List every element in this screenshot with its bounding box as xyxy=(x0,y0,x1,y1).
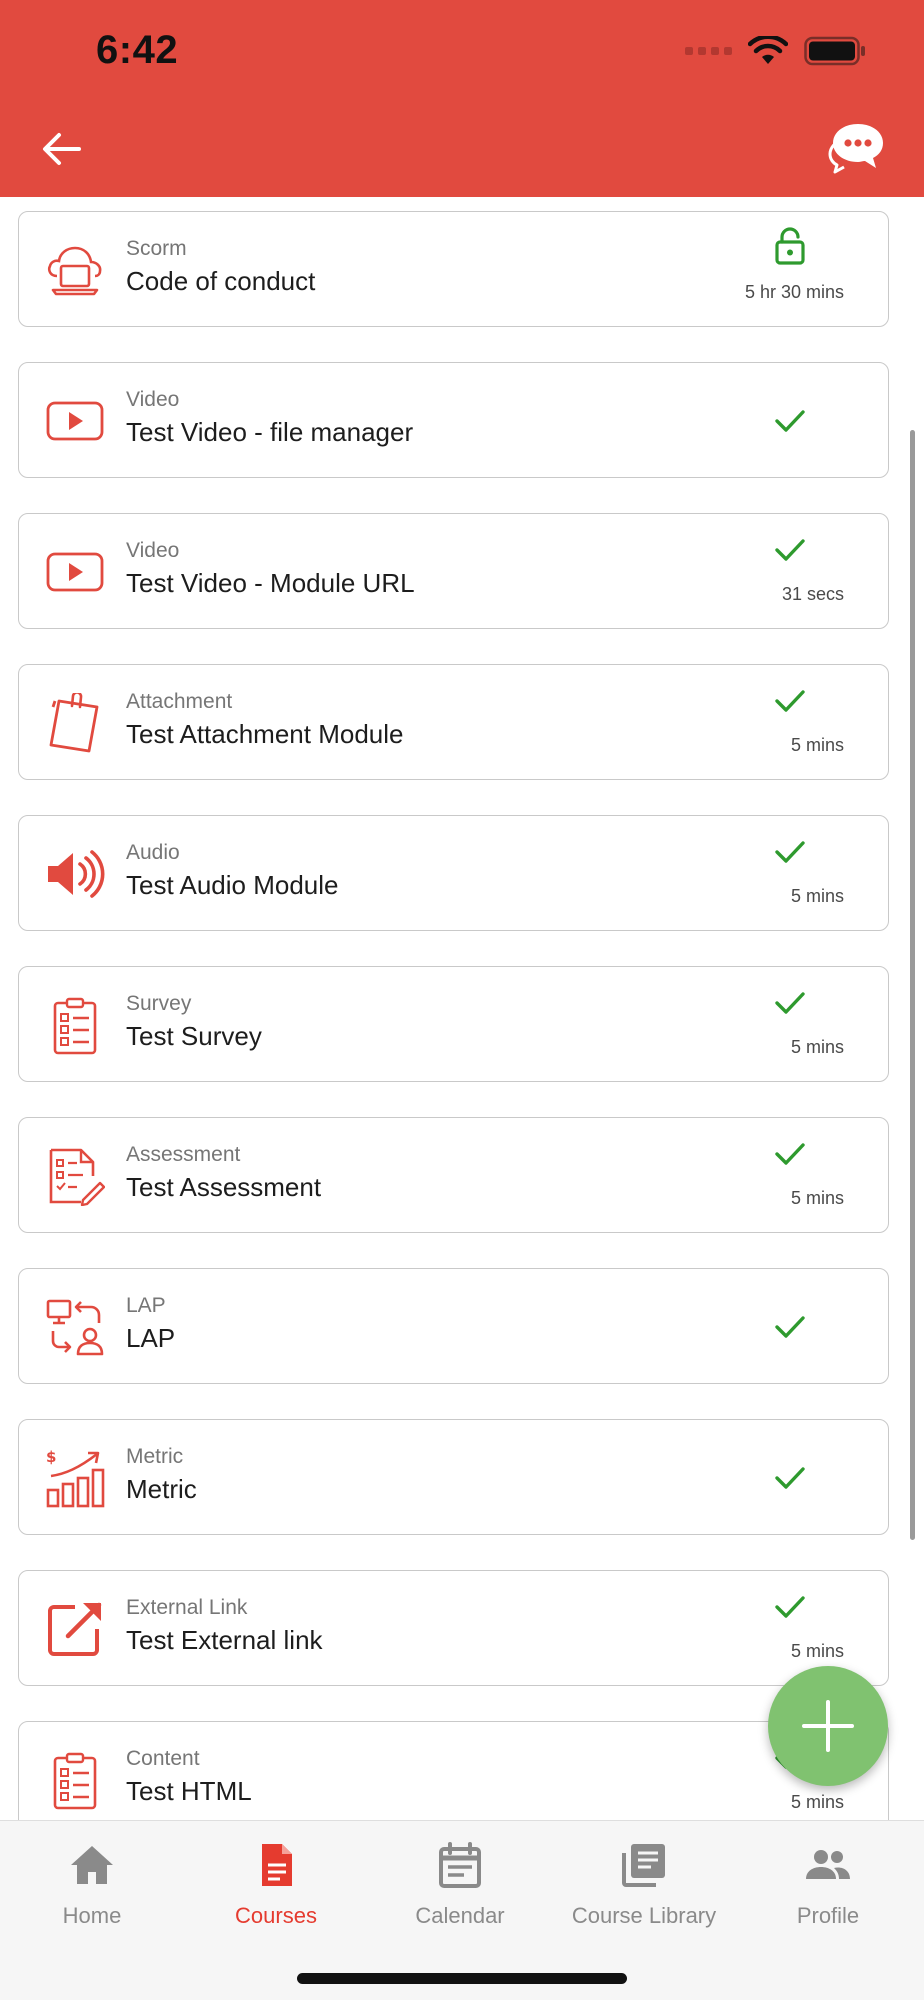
video-play-icon xyxy=(46,552,104,592)
module-title: Metric xyxy=(126,1474,197,1504)
check-icon xyxy=(775,1316,805,1338)
nav-label: Courses xyxy=(235,1903,317,1928)
module-title: Test HTML xyxy=(126,1776,252,1806)
module-title: Test Attachment Module xyxy=(126,719,404,749)
cloud-laptop-icon xyxy=(47,246,102,296)
module-type: Assessment xyxy=(126,1143,241,1166)
home-indicator xyxy=(297,1973,627,1984)
growth-chart-icon: $ xyxy=(46,1448,105,1508)
nav-label: Home xyxy=(62,1903,122,1928)
check-icon xyxy=(775,992,805,1014)
module-card-metric[interactable]: $ Metric Metric xyxy=(18,1419,889,1535)
module-type: Attachment xyxy=(126,690,233,713)
nav-item-course-library[interactable]: Course Library xyxy=(552,1841,736,1951)
status-icons xyxy=(685,36,866,66)
unlocked-icon xyxy=(775,227,805,265)
module-type: LAP xyxy=(126,1294,166,1317)
plus-icon xyxy=(802,1700,854,1752)
module-title: Test Video - file manager xyxy=(126,417,414,447)
module-title: LAP xyxy=(126,1323,176,1353)
module-card-attachment[interactable]: Attachment Test Attachment Module 5 mins xyxy=(18,664,889,780)
module-type: External Link xyxy=(126,1596,248,1619)
checklist-icon xyxy=(53,1752,97,1810)
check-icon xyxy=(775,841,805,863)
module-type: Metric xyxy=(126,1445,184,1468)
module-duration: 5 mins xyxy=(790,886,844,906)
module-title: Test Assessment xyxy=(126,1172,322,1202)
checklist-icon xyxy=(53,997,97,1055)
chat-bubbles-icon[interactable] xyxy=(828,120,886,174)
module-card-video-module-url[interactable]: Video Test Video - Module URL 31 secs xyxy=(18,513,889,629)
check-icon xyxy=(775,1467,805,1489)
module-card-assessment[interactable]: Assessment Test Assessment 5 mins xyxy=(18,1117,889,1233)
add-button[interactable] xyxy=(768,1666,888,1786)
nav-item-home[interactable]: Home xyxy=(0,1841,184,1951)
cellular-signal-icon xyxy=(685,47,732,55)
module-duration: 5 mins xyxy=(790,1188,844,1208)
library-icon xyxy=(622,1844,665,1887)
people-icon xyxy=(806,1850,850,1879)
module-type: Scorm xyxy=(126,237,187,260)
nav-item-calendar[interactable]: Calendar xyxy=(368,1841,552,1951)
nav-label: Calendar xyxy=(415,1903,505,1928)
wifi-icon xyxy=(748,36,788,64)
check-icon xyxy=(775,410,805,432)
module-card-lap[interactable]: LAP LAP xyxy=(18,1268,889,1384)
app-header: 6:42 xyxy=(0,0,924,197)
check-icon xyxy=(775,1143,805,1165)
module-title: Code of conduct xyxy=(126,266,316,296)
video-play-icon xyxy=(46,401,104,441)
module-card-content[interactable]: Content Test HTML 5 mins xyxy=(18,1721,889,1820)
status-time: 6:42 xyxy=(96,28,179,72)
check-icon xyxy=(775,1596,805,1618)
module-card-survey[interactable]: Survey Test Survey 5 mins xyxy=(18,966,889,1082)
nav-label: Profile xyxy=(796,1903,860,1928)
module-duration: 5 mins xyxy=(790,1792,844,1812)
clipboard-attachment-icon xyxy=(49,693,99,753)
nav-label: Course Library xyxy=(571,1903,717,1928)
module-card-audio[interactable]: Audio Test Audio Module 5 mins xyxy=(18,815,889,931)
module-card-scorm[interactable]: Scorm Code of conduct 5 hr 30 mins xyxy=(18,211,889,327)
module-type: Audio xyxy=(126,841,180,864)
document-icon xyxy=(262,1844,292,1886)
check-icon xyxy=(775,539,805,561)
module-duration: 5 mins xyxy=(790,735,844,755)
module-duration: 5 mins xyxy=(790,1037,844,1057)
module-title: Test Survey xyxy=(126,1021,262,1051)
module-title: Test External link xyxy=(126,1625,323,1655)
home-icon xyxy=(71,1846,113,1884)
module-duration: 31 secs xyxy=(781,584,844,604)
module-duration: 5 hr 30 mins xyxy=(744,282,844,302)
battery-icon xyxy=(804,36,865,66)
back-button[interactable] xyxy=(36,124,86,174)
module-list[interactable]: Scorm Code of conduct 5 hr 30 mins Video… xyxy=(0,197,924,1820)
module-title: Test Video - Module URL xyxy=(126,568,415,598)
scrollbar[interactable] xyxy=(910,430,915,1540)
nav-item-profile[interactable]: Profile xyxy=(736,1841,920,1951)
calendar-icon xyxy=(439,1842,481,1888)
nav-item-courses[interactable]: Courses xyxy=(184,1841,368,1951)
check-icon xyxy=(775,690,805,712)
module-type: Video xyxy=(126,539,180,562)
module-type: Survey xyxy=(126,992,192,1015)
module-duration: 5 mins xyxy=(790,1641,844,1661)
module-title: Test Audio Module xyxy=(126,870,339,900)
lap-exchange-icon xyxy=(46,1299,104,1356)
module-card-external-link[interactable]: External Link Test External link 5 mins xyxy=(18,1570,889,1686)
speaker-icon xyxy=(48,850,105,898)
module-type: Content xyxy=(126,1747,200,1770)
svg-text:$: $ xyxy=(46,1448,56,1466)
external-link-icon xyxy=(48,1602,102,1656)
assessment-form-icon xyxy=(49,1148,105,1206)
module-card-video-file-manager[interactable]: Video Test Video - file manager xyxy=(18,362,889,478)
module-type: Video xyxy=(126,388,180,411)
arrow-back-icon xyxy=(43,133,81,165)
